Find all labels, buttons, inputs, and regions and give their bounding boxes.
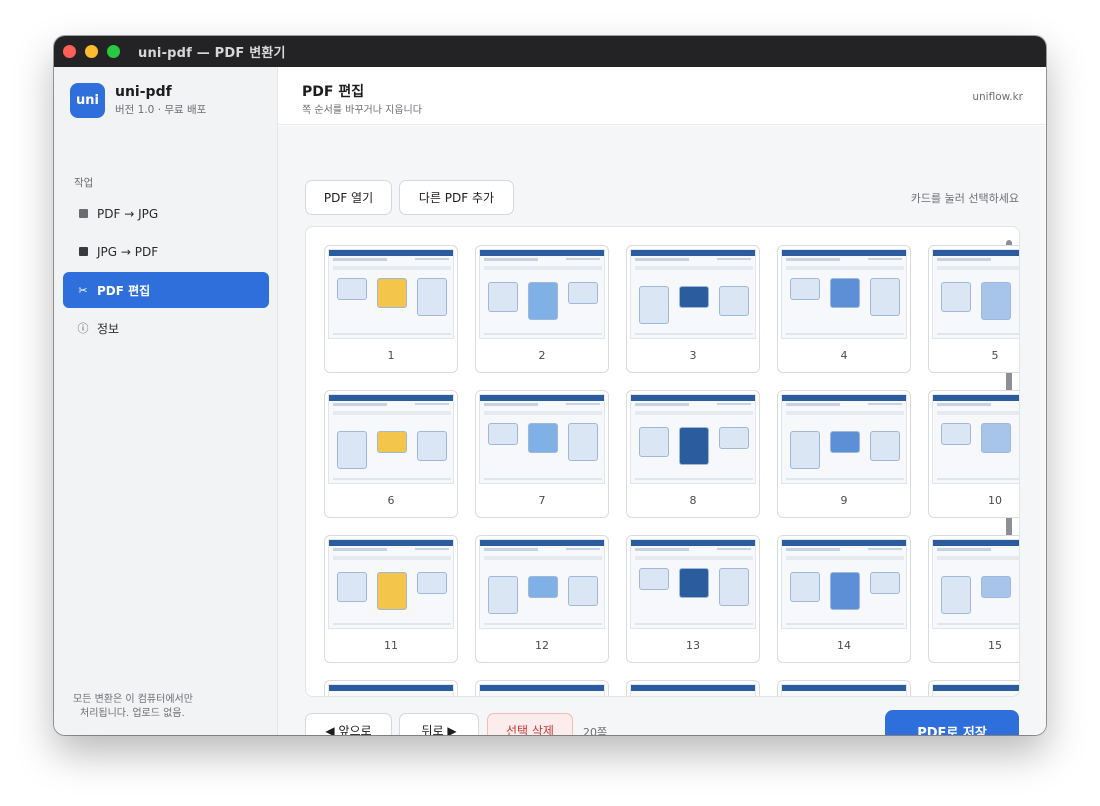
page-thumbnail [781,539,907,629]
sidebar-item-label: PDF → JPG [97,207,159,221]
page-title: PDF 편집 [302,84,365,100]
page-card[interactable]: 9 [777,390,911,518]
page-thumbnail [328,394,454,484]
privacy-note-line2: 처리됩니다. 업로드 없음. [80,708,185,719]
page-number: 11 [384,639,398,652]
page-card[interactable]: 3 [626,245,760,373]
sidebar-item-jpg-to-pdf[interactable]: JPG → PDF [63,234,269,270]
page-number: 14 [837,639,851,652]
page-thumbnail [932,684,1019,696]
page-subtitle: 쪽 순서를 바꾸거나 지웁니다 [302,105,422,116]
page-thumbnail [328,539,454,629]
page-thumbnail [630,249,756,339]
move-prev-button[interactable]: ◀ 앞으로 [305,713,392,735]
page-header: PDF 편집 쪽 순서를 바꾸거나 지웁니다 uniflow.kr [278,67,1046,125]
page-card[interactable]: 6 [324,390,458,518]
page-card[interactable]: 15 [928,535,1019,663]
page-card[interactable]: 5 [928,245,1019,373]
page-card[interactable]: 10 [928,390,1019,518]
title-bar: uni-pdf — PDF 변환기 [54,36,1046,67]
page-thumbnail [932,394,1019,484]
window-controls [63,45,120,58]
page-card[interactable]: 11 [324,535,458,663]
selection-hint: 카드를 눌러 선택하세요 [910,192,1019,205]
page-thumbnail [328,249,454,339]
page-card[interactable] [777,680,911,696]
delete-selected-button[interactable]: 선택 삭제 [487,713,573,735]
page-thumbnail [328,684,454,696]
page-thumbnail [781,249,907,339]
info-icon: ⓘ [77,322,89,335]
save-pdf-button[interactable]: PDF로 저장 [885,710,1019,735]
page-thumbnail [479,539,605,629]
page-number: 1 [387,349,395,362]
section-label: 작업 [74,177,94,189]
page-number: 13 [686,639,700,652]
move-next-button[interactable]: 뒤로 ▶ [399,713,479,735]
page-number: 7 [538,494,546,507]
sidebar-item-info[interactable]: ⓘ 정보 [63,310,269,346]
page-card[interactable]: 12 [475,535,609,663]
page-thumbnail [630,539,756,629]
page-thumbnail [932,249,1019,339]
window-title: uni-pdf — PDF 변환기 [138,46,286,61]
page-card[interactable]: 1 [324,245,458,373]
page-card[interactable]: 13 [626,535,760,663]
page-grid: 1 2 3 4 5 6 7 8 9 10 11 12 13 14 15 [305,226,1020,697]
page-card[interactable] [475,680,609,696]
image-icon [76,246,90,259]
sidebar-item-pdf-edit[interactable]: ✂ PDF 편집 [63,272,269,308]
site-link[interactable]: uniflow.kr [972,91,1023,103]
sidebar-item-label: PDF 편집 [97,283,151,298]
add-pdf-button[interactable]: 다른 PDF 추가 [399,180,514,215]
page-card[interactable]: 4 [777,245,911,373]
page-number: 10 [988,494,1002,507]
sidebar-item-label: 정보 [97,321,120,336]
brand: uni uni-pdf 버전 1.0 · 무료 배포 [70,83,206,118]
app-name: uni-pdf [115,84,172,100]
page-thumbnail [479,394,605,484]
page-card[interactable]: 2 [475,245,609,373]
page-count: 20쪽 [583,726,608,735]
app-window: uni-pdf — PDF 변환기 uni uni-pdf 버전 1.0 · 무… [54,36,1046,735]
page-card[interactable] [324,680,458,696]
sidebar-item-pdf-to-jpg[interactable]: PDF → JPG [63,196,269,232]
page-card[interactable] [928,680,1019,696]
page-thumbnail [479,684,605,696]
page-number: 5 [991,349,999,362]
page-number: 9 [840,494,848,507]
page-card[interactable]: 14 [777,535,911,663]
page-thumbnail [479,249,605,339]
open-pdf-button[interactable]: PDF 열기 [305,180,392,215]
scissors-icon: ✂ [78,283,88,297]
page-number: 6 [387,494,395,507]
editor-content: PDF 열기 다른 PDF 추가 카드를 눌러 선택하세요 1234567891… [278,126,1046,735]
sidebar-nav: PDF → JPG JPG → PDF ✂ PDF 편집 ⓘ 정보 [63,196,269,348]
privacy-note: 모든 변환은 이 컴퓨터에서만 처리됩니다. 업로드 없음. [73,693,193,721]
page-thumbnail [932,539,1019,629]
page-card[interactable]: 8 [626,390,760,518]
page-number: 8 [689,494,697,507]
page-number: 2 [538,349,546,362]
minimize-window-button[interactable] [85,45,98,58]
app-version: 버전 1.0 · 무료 배포 [115,104,207,116]
zoom-window-button[interactable] [107,45,120,58]
page-card[interactable] [626,680,760,696]
close-window-button[interactable] [63,45,76,58]
page-number: 12 [535,639,549,652]
page-thumbnail [630,394,756,484]
page-thumbnail [630,684,756,696]
main-area: PDF 편집 쪽 순서를 바꾸거나 지웁니다 uniflow.kr PDF 열기… [278,67,1046,735]
page-number: 3 [689,349,697,362]
page-number: 4 [840,349,848,362]
app-logo: uni [70,83,105,118]
page-thumbnail [781,684,907,696]
page-thumbnail [781,394,907,484]
page-card[interactable]: 7 [475,390,609,518]
page-number: 15 [988,639,1002,652]
sidebar-item-label: JPG → PDF [97,245,159,259]
document-icon [76,208,90,221]
sidebar: uni uni-pdf 버전 1.0 · 무료 배포 작업 PDF → JPG … [54,67,278,735]
privacy-note-line1: 모든 변환은 이 컴퓨터에서만 [73,694,193,705]
